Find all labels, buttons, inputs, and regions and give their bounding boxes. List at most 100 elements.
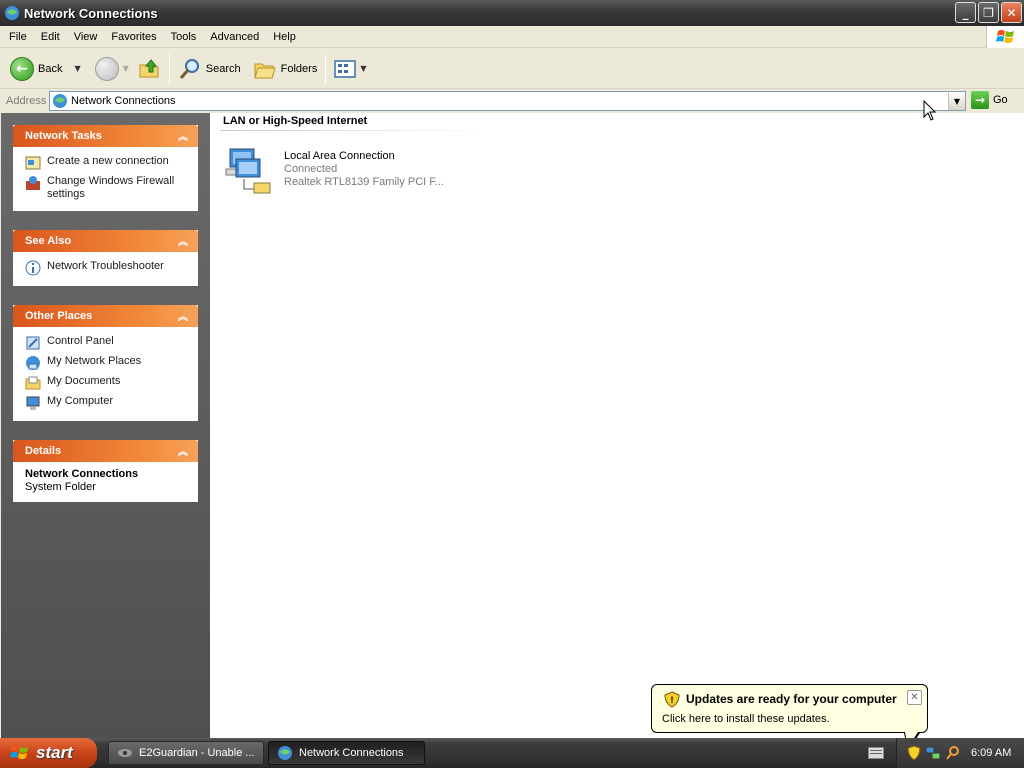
address-bar: Address Network Connections ▼ → Go <box>0 90 1024 112</box>
network-tasks-header[interactable]: Network Tasks ︽ <box>13 125 198 147</box>
taskbar-item-label: E2Guardian - Unable ... <box>139 747 255 759</box>
back-dropdown-icon[interactable]: ▼ <box>74 64 80 73</box>
up-folder-button[interactable] <box>133 53 165 85</box>
up-folder-icon <box>139 58 159 77</box>
search-icon <box>179 58 199 79</box>
forward-arrow-icon: → <box>94 56 119 81</box>
restore-button[interactable]: ❐ <box>978 2 999 23</box>
menu-edit[interactable]: Edit <box>34 27 67 47</box>
back-button[interactable]: ← Back ▼ <box>6 53 85 85</box>
balloon-close-button[interactable]: ✕ <box>907 690 922 705</box>
title-bar[interactable]: Network Connections _ ❐ ✕ <box>0 0 1024 26</box>
place-label: My Network Places <box>47 355 142 367</box>
task-change-firewall[interactable]: Change Windows Firewall settings <box>25 173 188 203</box>
windows-flag-icon <box>10 746 28 759</box>
go-button[interactable]: → Go <box>971 91 1008 109</box>
connection-status: Connected <box>284 163 338 175</box>
update-notification-balloon[interactable]: ! Updates are ready for your computer Cl… <box>651 684 928 733</box>
taskbar-item-e2guardian[interactable]: E2Guardian - Unable ... <box>108 741 264 765</box>
collapse-chevron-icon[interactable]: ︽ <box>176 233 190 248</box>
system-tray: 6:09 AM <box>896 738 1024 768</box>
group-header: LAN or High-Speed Internet <box>223 115 368 127</box>
folders-label: Folders <box>280 62 318 75</box>
control-panel-icon <box>26 336 40 350</box>
place-my-network-places[interactable]: My Network Places <box>25 353 188 373</box>
menu-favorites[interactable]: Favorites <box>104 27 163 47</box>
search-tray-icon[interactable] <box>945 745 961 761</box>
windows-logo-icon <box>986 26 1024 48</box>
task-label: Change Windows Firewall settings <box>47 175 175 200</box>
menu-advanced[interactable]: Advanced <box>203 27 266 47</box>
collapse-chevron-icon[interactable]: ︽ <box>176 128 190 143</box>
address-input[interactable]: Network Connections ▼ <box>49 91 966 111</box>
collapse-chevron-icon[interactable]: ︽ <box>176 308 190 323</box>
see-also-header[interactable]: See Also ︽ <box>13 230 198 252</box>
local-area-connection-item[interactable]: Local Area Connection Connected Realtek … <box>224 145 444 197</box>
clock[interactable]: 6:09 AM <box>971 747 1011 759</box>
keyboard-icon[interactable] <box>868 747 884 759</box>
details-header[interactable]: Details ︽ <box>13 440 198 462</box>
firewall-icon <box>26 176 40 190</box>
details-panel: Details ︽ Network Connections System Fol… <box>13 440 198 502</box>
collapse-chevron-icon[interactable]: ︽ <box>176 443 190 458</box>
other-places-header[interactable]: Other Places ︽ <box>13 305 198 327</box>
place-my-computer[interactable]: My Computer <box>25 393 188 413</box>
network-connections-icon <box>53 94 67 108</box>
menu-tools[interactable]: Tools <box>164 27 204 47</box>
task-label: Network Troubleshooter <box>47 260 164 272</box>
menu-help[interactable]: Help <box>266 27 303 47</box>
window-title: Network Connections <box>24 5 158 21</box>
menu-view[interactable]: View <box>67 27 105 47</box>
start-button[interactable]: start <box>0 738 97 768</box>
start-label: start <box>36 743 73 762</box>
folder-content: LAN or High-Speed Internet Local Area Co… <box>210 113 1024 738</box>
search-button[interactable]: Search <box>174 53 245 85</box>
forward-dropdown-icon[interactable]: ▼ <box>123 64 129 73</box>
network-tray-icon[interactable] <box>925 745 941 761</box>
forward-button[interactable]: → ▼ <box>91 53 133 85</box>
close-button[interactable]: ✕ <box>1001 2 1022 23</box>
see-also-title: See Also <box>25 235 72 247</box>
other-places-panel: Other Places ︽ Control Panel My Network … <box>13 305 198 421</box>
security-shield-icon[interactable] <box>907 745 921 761</box>
taskbar: start E2Guardian - Unable ... Network Co… <box>0 738 1024 768</box>
documents-icon <box>25 376 41 390</box>
network-connections-icon <box>278 746 292 760</box>
views-dropdown-icon[interactable]: ▼ <box>360 64 366 73</box>
balloon-text: Click here to install these updates. <box>662 713 830 725</box>
network-places-icon <box>26 356 40 370</box>
toolbar-separator <box>168 53 170 84</box>
network-tasks-panel: Network Tasks ︽ Create a new connection … <box>13 125 198 211</box>
taskbar-item-label: Network Connections <box>299 747 404 759</box>
toolbar-separator <box>325 53 327 84</box>
menu-bar: File Edit View Favorites Tools Advanced … <box>0 26 1024 48</box>
place-control-panel[interactable]: Control Panel <box>25 333 188 353</box>
taskbar-item-network-connections[interactable]: Network Connections <box>268 741 425 765</box>
address-dropdown-icon[interactable]: ▼ <box>948 92 965 110</box>
go-label: Go <box>993 94 1008 106</box>
search-label: Search <box>205 62 241 75</box>
minimize-button[interactable]: _ <box>955 2 976 23</box>
details-title: Details <box>25 445 62 457</box>
details-type: System Folder <box>25 481 96 493</box>
new-connection-icon <box>25 156 41 170</box>
computer-icon <box>26 396 40 410</box>
task-pane: Network Tasks ︽ Create a new connection … <box>1 113 210 738</box>
address-value: Network Connections <box>71 95 176 107</box>
place-label: Control Panel <box>47 335 114 347</box>
place-label: My Documents <box>47 375 121 387</box>
task-network-troubleshooter[interactable]: Network Troubleshooter <box>25 258 188 278</box>
back-arrow-icon: ← <box>10 56 34 81</box>
task-label: Create a new connection <box>47 155 169 167</box>
connection-adapter: Realtek RTL8139 Family PCI F... <box>284 176 444 188</box>
views-button[interactable]: ▼ <box>330 53 370 85</box>
lan-connection-icon <box>225 148 271 194</box>
folders-button[interactable]: Folders <box>249 53 322 85</box>
task-create-connection[interactable]: Create a new connection <box>25 153 188 173</box>
place-my-documents[interactable]: My Documents <box>25 373 188 393</box>
menu-file[interactable]: File <box>0 27 34 47</box>
see-also-panel: See Also ︽ Network Troubleshooter <box>13 230 198 286</box>
security-shield-icon: ! <box>664 691 680 708</box>
go-arrow-icon: → <box>971 91 989 109</box>
address-label: Address <box>6 95 47 107</box>
